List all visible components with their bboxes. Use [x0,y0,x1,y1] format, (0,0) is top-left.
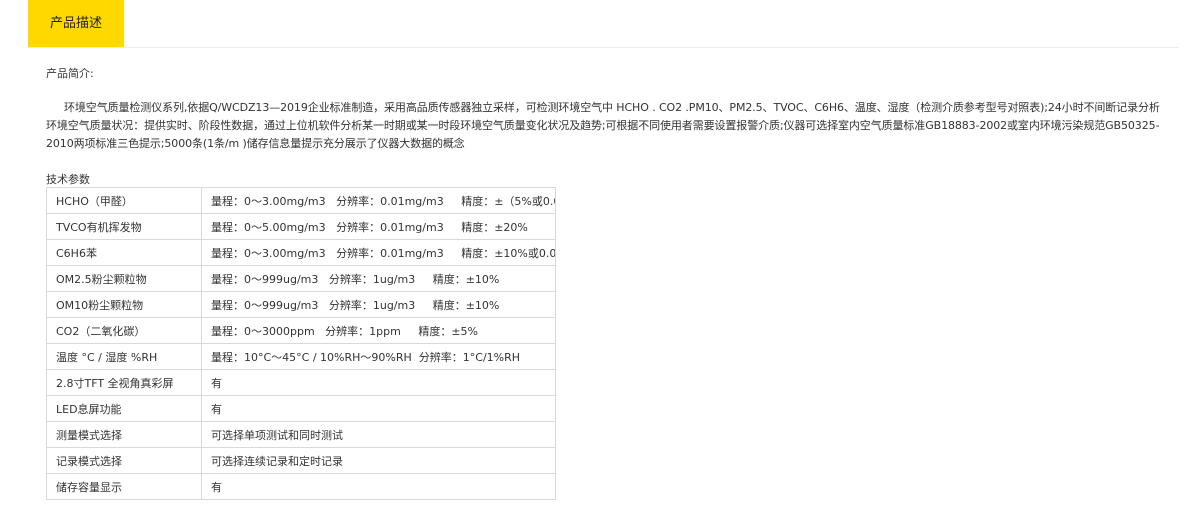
intro-title: 产品简介: [46,67,94,80]
spec-name-cell: OM10粉尘颗粒物 [46,291,202,318]
spec-name-cell: 测量模式选择 [46,421,202,448]
table-row: LED息屏功能有 [46,395,556,422]
spec-table: HCHO（甲醛） 量程：0～3.00mg/m3 分辨率：0.01mg/m3 精度：… [46,187,556,500]
spec-name-cell: C6H6苯 [46,239,202,266]
table-row: TVCO有机挥发物 量程：0～5.00mg/m3 分辨率：0.01mg/m3 精度… [46,213,556,240]
spec-value-cell: 量程：10°C～45°C / 10%RH～90%RH 分辨率：1°C/1%RH [201,343,556,370]
table-row: 2.8寸TFT 全视角真彩屏有 [46,369,556,396]
spec-name-cell: 温度 °C / 湿度 %RH [46,343,202,370]
spec-name-cell: 记录模式选择 [46,447,202,474]
tab-bar: 产品描述 [28,0,1179,48]
spec-value-cell: 可选择连续记录和定时记录 [201,447,556,474]
spec-value-cell: 有 [201,395,556,422]
spec-value-cell: 量程：0～999ug/m3 分辨率：1ug/m3 精度：±10% [201,265,556,292]
table-row: HCHO（甲醛） 量程：0～3.00mg/m3 分辨率：0.01mg/m3 精度：… [46,187,556,214]
table-row: OM2.5粉尘颗粒物 量程：0～999ug/m3 分辨率：1ug/m3 精度：±1… [46,265,556,292]
spec-name-cell: 2.8寸TFT 全视角真彩屏 [46,369,202,396]
spec-value-cell: 量程：0～3.00mg/m3 分辨率：0.01mg/m3 精度：±（5%或0.0… [201,187,556,214]
spec-value-cell: 量程：0～3000ppm 分辨率：1ppm 精度：±5% [201,317,556,344]
intro-text: 环境空气质量检测仪系列,依据Q/WCDZ13—2019企业标准制造，采用高品质传… [46,101,1160,150]
spec-name-cell: LED息屏功能 [46,395,202,422]
spec-name-cell: TVCO有机挥发物 [46,213,202,240]
table-row: C6H6苯 量程：0～3.00mg/m3 分辨率：0.01mg/m3 精度：±10… [46,239,556,266]
table-row: 储存容量显示有 [46,473,556,500]
table-row: OM10粉尘颗粒物 量程：0～999ug/m3 分辨率：1ug/m3 精度：±10… [46,291,556,318]
spec-name-cell: CO2（二氧化碳） [46,317,202,344]
product-intro: 产品简介: 环境空气质量检测仪系列,依据Q/WCDZ13—2019企业标准制造，… [46,64,1166,153]
spec-value-cell: 有 [201,473,556,500]
table-row: 温度 °C / 湿度 %RH 量程：10°C～45°C / 10%RH～90%RH… [46,343,556,370]
spec-name-cell: HCHO（甲醛） [46,187,202,214]
table-row: 测量模式选择 可选择单项测试和同时测试 [46,421,556,448]
spec-value-cell: 有 [201,369,556,396]
spec-value-cell: 量程：0～5.00mg/m3 分辨率：0.01mg/m3 精度：±20% [201,213,556,240]
spec-value-cell: 量程：0～999ug/m3 分辨率：1ug/m3 精度：±10% [201,291,556,318]
spec-value-cell: 可选择单项测试和同时测试 [201,421,556,448]
spec-value-cell: 量程：0～3.00mg/m3 分辨率：0.01mg/m3 精度：±10%或0.0… [201,239,556,266]
spec-name-cell: OM2.5粉尘颗粒物 [46,265,202,292]
table-row: 记录模式选择 可选择连续记录和定时记录 [46,447,556,474]
tab-product-description[interactable]: 产品描述 [28,0,124,47]
table-row: CO2（二氧化碳） 量程：0～3000ppm 分辨率：1ppm 精度：±5% [46,317,556,344]
spec-name-cell: 储存容量显示 [46,473,202,500]
